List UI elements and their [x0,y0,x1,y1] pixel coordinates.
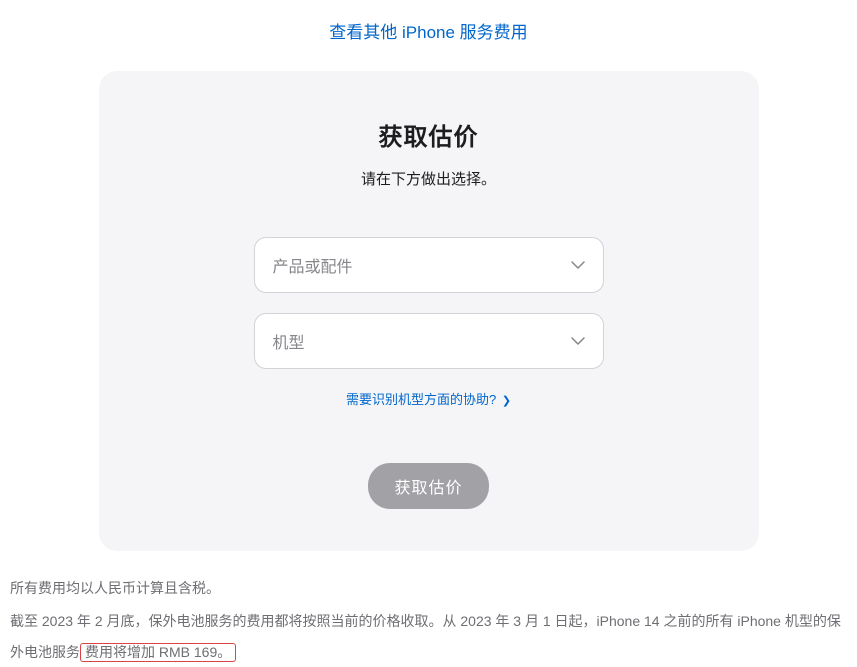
model-select[interactable]: 机型 [254,313,604,369]
card-title: 获取估价 [139,117,719,152]
get-estimate-button[interactable]: 获取估价 [368,463,488,509]
model-select-placeholder: 机型 [273,329,305,353]
help-identify-model-link[interactable]: 需要识别机型方面的协助? ❯ [346,392,511,407]
product-select[interactable]: 产品或配件 [254,237,604,293]
chevron-right-icon: ❯ [502,395,511,407]
product-select-placeholder: 产品或配件 [273,253,353,277]
other-services-link[interactable]: 查看其他 iPhone 服务费用 [329,23,527,42]
footer-notes: 所有费用均以人民币计算且含税。 截至 2023 年 2 月底，保外电池服务的费用… [0,551,857,667]
footer-line-2: 截至 2023 年 2 月底，保外电池服务的费用都将按照当前的价格收取。从 20… [10,606,847,667]
price-increase-highlight: 费用将增加 RMB 169。 [80,643,236,662]
other-services-link-wrap: 查看其他 iPhone 服务费用 [0,0,857,71]
help-link-wrap: 需要识别机型方面的协助? ❯ [139,389,719,409]
footer-line-1: 所有费用均以人民币计算且含税。 [10,573,847,604]
button-wrap: 获取估价 [139,463,719,509]
card-subtitle: 请在下方做出选择。 [139,168,719,189]
select-group: 产品或配件 机型 [139,237,719,369]
estimate-card: 获取估价 请在下方做出选择。 产品或配件 机型 需要识别机型方面的协助? ❯ 获… [99,71,759,551]
chevron-down-icon [571,337,585,345]
help-link-text: 需要识别机型方面的协助? [346,392,496,407]
chevron-down-icon [571,261,585,269]
